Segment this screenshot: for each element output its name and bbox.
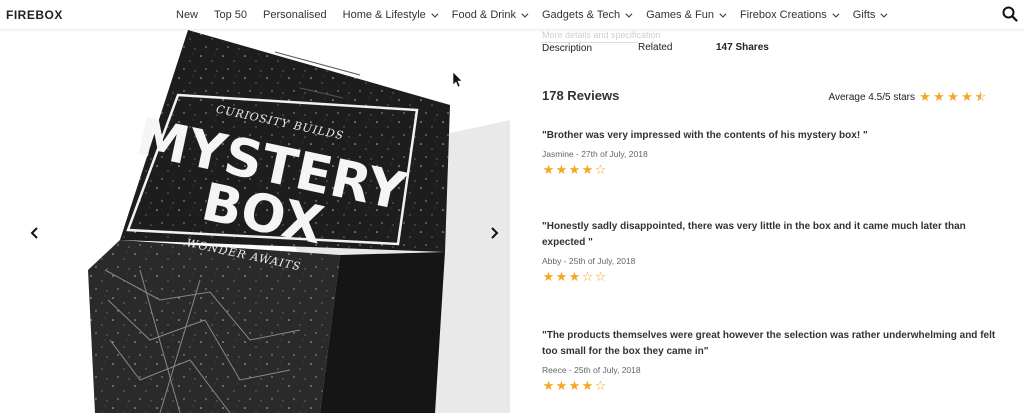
search-icon[interactable]: [1002, 6, 1018, 22]
average-rating-label: Average 4.5/5 stars: [828, 91, 915, 103]
carousel-prev-icon[interactable]: [28, 226, 42, 240]
tab-description[interactable]: Description: [542, 42, 638, 54]
reviews-count-heading: 178 Reviews: [542, 88, 620, 103]
star-empty-icon: ☆: [594, 378, 607, 393]
star-filled-icon: ★: [568, 269, 581, 284]
nav-item-gifts[interactable]: Gifts: [852, 9, 888, 21]
star-filled-icon: ★: [947, 89, 959, 104]
review-quote: "The products themselves were great howe…: [542, 330, 996, 357]
nav-item-label: New: [176, 9, 199, 21]
review-star-rating: ★ ★ ★ ★ ☆: [542, 163, 1002, 176]
average-star-rating: ★ ★ ★ ★ ★: [918, 90, 988, 104]
review-star-rating: ★ ★ ★ ★ ☆: [542, 379, 1002, 392]
nav-item-label: Gifts: [852, 9, 876, 21]
main-nav: New Top 50 Personalised Home & Lifestyle Foo…: [176, 0, 901, 30]
nav-item-games-fun[interactable]: Games & Fun: [646, 9, 727, 21]
review-item: "The products themselves were great howe…: [542, 328, 1002, 392]
star-filled-icon: ★: [581, 378, 594, 393]
nav-item-home-lifestyle[interactable]: Home & Lifestyle: [342, 9, 439, 21]
review-meta: Jasmine - 27th of July, 2018: [542, 149, 648, 159]
review-star-rating: ★ ★ ★ ☆ ☆: [542, 270, 1002, 283]
chevron-down-icon: [880, 10, 888, 18]
nav-item-label: Games & Fun: [646, 9, 714, 21]
tab-related[interactable]: Related: [638, 42, 716, 54]
star-filled-icon: ★: [919, 89, 931, 104]
average-rating: Average 4.5/5 stars ★ ★ ★ ★ ★: [828, 90, 988, 104]
review-quote: "Honestly sadly disappointed, there was …: [542, 221, 966, 248]
star-empty-icon: ☆: [581, 269, 594, 284]
review-item: "Honestly sadly disappointed, there was …: [542, 219, 1002, 283]
star-filled-icon: ★: [542, 162, 555, 177]
carousel-next-icon[interactable]: [487, 226, 501, 240]
star-empty-icon: ☆: [594, 162, 607, 177]
chevron-down-icon: [719, 10, 727, 18]
nav-item-new[interactable]: New: [176, 9, 198, 21]
tab-shares[interactable]: 147 Shares: [716, 42, 769, 54]
chevron-down-icon: [431, 10, 439, 18]
product-details-panel: More details and specification Descripti…: [510, 30, 1024, 413]
nav-item-label: Personalised: [263, 9, 327, 21]
review-meta: Reece - 25th of July, 2018: [542, 365, 641, 375]
brand-logo[interactable]: FIREBOX: [6, 8, 63, 22]
star-filled-icon: ★: [555, 378, 568, 393]
mystery-box-image: CURIOSITY BUILDS MYSTERY BOX WONDER AWAI…: [88, 30, 510, 413]
nav-item-label: Home & Lifestyle: [342, 9, 426, 21]
faded-header-text: More details and specification: [542, 30, 661, 40]
nav-item-label: Gadgets & Tech: [542, 9, 621, 21]
nav-item-gadgets-tech[interactable]: Gadgets & Tech: [542, 9, 633, 21]
nav-item-label: Food & Drink: [451, 9, 516, 21]
review-quote: "Brother was very impressed with the con…: [542, 130, 868, 141]
star-filled-icon: ★: [933, 89, 945, 104]
nav-item-food-drink[interactable]: Food & Drink: [451, 9, 529, 21]
star-filled-icon: ★: [568, 378, 581, 393]
nav-item-label: Firebox Creations: [739, 9, 827, 21]
product-tabs: Description Related 147 Shares: [542, 42, 769, 54]
mouse-cursor-icon: [453, 72, 463, 88]
star-filled-icon: ★: [542, 378, 555, 393]
star-filled-icon: ★: [581, 162, 594, 177]
star-filled-icon: ★: [961, 89, 973, 104]
star-filled-icon: ★: [555, 269, 568, 284]
product-image-carousel: CURIOSITY BUILDS MYSTERY BOX WONDER AWAI…: [0, 30, 510, 413]
star-filled-icon: ★: [568, 162, 581, 177]
nav-item-personalised[interactable]: Personalised: [263, 9, 327, 21]
chevron-down-icon: [832, 10, 840, 18]
chevron-down-icon: [521, 10, 529, 18]
star-half-icon: ★: [974, 90, 988, 104]
chevron-down-icon: [625, 10, 633, 18]
star-filled-icon: ★: [542, 269, 555, 284]
star-filled-icon: ★: [555, 162, 568, 177]
star-empty-icon: ☆: [594, 269, 607, 284]
review-item: "Brother was very impressed with the con…: [542, 128, 1002, 176]
top-navbar: FIREBOX New Top 50 Personalised Home & Life…: [0, 0, 1024, 30]
review-meta: Abby - 25th of July, 2018: [542, 256, 636, 266]
nav-item-label: Top 50: [214, 9, 248, 21]
nav-item-top-50[interactable]: Top 50: [214, 9, 247, 21]
nav-item-firebox-creations[interactable]: Firebox Creations: [739, 9, 840, 21]
